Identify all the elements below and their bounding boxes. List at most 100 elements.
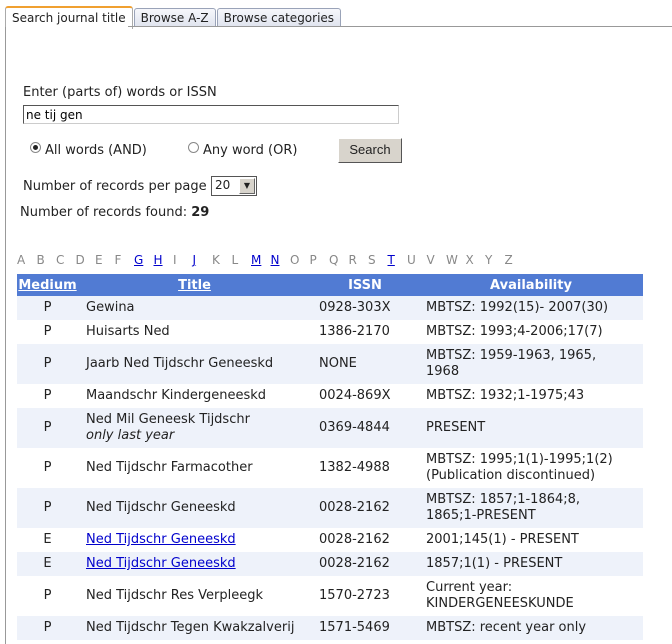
search-input[interactable] [23, 105, 399, 124]
title-cell: Jaarb Ned Tijdschr Geneeskd [78, 344, 311, 384]
letter-y: Y [485, 253, 493, 267]
title-cell: Ned Tijdschr Tegen Kwakzalverij [78, 616, 311, 640]
letter-n[interactable]: N [271, 253, 280, 267]
table-row: P Gewina 0928-303X MBTSZ: 1992(15)- 2007(30… [17, 296, 643, 320]
chevron-down-icon[interactable]: ▼ [239, 178, 255, 194]
letter-t[interactable]: T [388, 253, 395, 267]
letter-j[interactable]: J [193, 253, 197, 267]
radio-any-word[interactable]: Any word (OR) [188, 142, 298, 158]
issn-cell: 1382-4988 [319, 460, 390, 475]
letter-m[interactable]: M [251, 253, 261, 267]
radio-checked-icon[interactable] [30, 142, 41, 153]
issn-cell: 0369-4844 [311, 408, 419, 448]
col-medium[interactable]: Medium [17, 274, 78, 296]
availability-line: 1865;1-PRESENT [426, 508, 536, 523]
letter-g[interactable]: G [134, 253, 143, 267]
letter-k: K [212, 253, 220, 267]
letter-l: L [231, 253, 239, 267]
table-row: P Huisarts Ned 1386-2170 MBTSZ: 1993;4-2006… [17, 320, 643, 344]
letter-o: O [290, 253, 300, 267]
availability-cell: 2001;145(1) - PRESENT [419, 528, 643, 552]
title-link[interactable]: Ned Tijdschr Geneeskd [86, 532, 236, 547]
medium-cell: P [17, 488, 78, 528]
letter-cell: N [271, 253, 291, 267]
title-text: Ned Tijdschr Res Verpleegk [86, 588, 263, 603]
table-row: P Maandschr Kindergeneeskd 0024-869X MBTSZ:… [17, 384, 643, 408]
results-table: Medium Title ISSN Availability P Gewina 09… [17, 274, 643, 640]
table-row: E Ned Tijdschr Geneeskd 0028-2162 1857;1(1)… [17, 552, 643, 576]
table-row: P Jaarb Ned Tijdschr Geneeskd NONE MBTSZ: 1… [17, 344, 643, 384]
availability-line: MBTSZ: 1992(15)- 2007(30) [426, 300, 609, 315]
title-text: Jaarb Ned Tijdschr Geneeskd [86, 356, 274, 371]
availability-cell: 1857;1(1) - PRESENT [419, 552, 643, 576]
issn-cell: 0928-303X [311, 296, 419, 320]
table-row: P Ned Tijdschr Tegen Kwakzalverij 1571-546… [17, 616, 643, 640]
letter-a: A [17, 253, 26, 267]
letter-e: E [95, 253, 103, 267]
availability-line: MBTSZ: 1993;4-2006;17(7) [426, 324, 603, 339]
table-header-row: Medium Title ISSN Availability [17, 274, 643, 296]
title-text: Ned Tijdschr Geneeskd [86, 500, 236, 515]
table-row: P Ned Tijdschr Geneeskd 0028-2162 MBTSZ: 18… [17, 488, 643, 528]
title-text: Ned Mil Geneesk Tijdschr [86, 412, 250, 427]
search-button[interactable]: Search [338, 138, 402, 163]
letter-cell: H [154, 253, 174, 267]
medium-cell: P [43, 388, 52, 403]
records-found: Number of records found: 29 [20, 205, 209, 220]
issn-cell: 1570-2723 [319, 588, 390, 603]
issn-cell: 0024-869X [319, 388, 391, 403]
availability-cell: MBTSZ: 1995;1(1)-1995;1(2) (Publication d… [419, 448, 643, 488]
issn-cell: 1571-5469 [311, 616, 419, 640]
radio-all-words[interactable]: All words (AND) [30, 142, 147, 158]
letter-d: D [75, 253, 85, 267]
letter-c: C [56, 253, 65, 267]
tab-browse-categories[interactable]: Browse categories [216, 8, 342, 27]
tab-browse-a-z[interactable]: Browse A-Z [133, 8, 216, 27]
medium-cell: E [43, 532, 52, 547]
letter-h[interactable]: H [154, 253, 163, 267]
radio-unchecked-icon[interactable] [188, 142, 199, 153]
availability-line: KINDERGENEESKUNDE [426, 596, 574, 611]
availability-cell: MBTSZ: recent year only [419, 616, 643, 640]
per-page-select[interactable]: 20 ▼ [211, 176, 257, 196]
records-found-label: Number of records found: [20, 205, 188, 220]
title-cell: Ned Tijdschr Geneeskd [78, 528, 311, 552]
availability-cell: Current year: KINDERGENEESKUNDE [419, 576, 643, 616]
availability-line: (Publication discontinued) [426, 468, 596, 483]
letter-cell: T [388, 253, 408, 267]
medium-cell: P [17, 344, 78, 384]
availability-cell: MBTSZ: 1932;1-1975;43 [419, 384, 643, 408]
tab-search-journal-title[interactable]: Search journal title [5, 6, 133, 29]
col-availability: Availability [419, 274, 643, 296]
title-text: Gewina [86, 300, 135, 315]
tab-bar: Search journal title Browse A-Z Browse c… [5, 6, 342, 29]
col-title[interactable]: Title [78, 274, 311, 296]
per-page-value: 20 [215, 178, 231, 192]
sort-title-link[interactable]: Title [178, 278, 211, 293]
title-cell: Ned Tijdschr Farmacother [78, 448, 311, 488]
letter-v: V [426, 253, 435, 267]
title-cell: Huisarts Ned [78, 320, 311, 344]
title-note: only last year [86, 428, 175, 443]
radio-all-words-label: All words (AND) [45, 143, 147, 158]
title-cell: Ned Mil Geneesk Tijdschr only last year [78, 408, 311, 448]
title-link[interactable]: Ned Tijdschr Geneeskd [86, 556, 236, 571]
issn-cell: NONE [311, 344, 419, 384]
issn-cell: 0028-2162 [319, 532, 390, 547]
letter-w: W [446, 253, 458, 267]
availability-line: MBTSZ: recent year only [426, 620, 587, 635]
issn-cell: 0028-2162 [311, 552, 419, 576]
records-found-count: 29 [191, 205, 210, 220]
availability-line: MBTSZ: 1857;1-1864;8, [426, 492, 581, 507]
availability-cell: MBTSZ: 1959-1963, 1965, 1968 [419, 344, 643, 384]
per-page-label: Number of records per page [23, 179, 207, 194]
title-cell: Gewina [78, 296, 311, 320]
radio-any-word-label: Any word (OR) [203, 143, 298, 158]
availability-line: MBTSZ: 1995;1(1)-1995;1(2) [426, 452, 613, 467]
availability-cell: PRESENT [419, 408, 643, 448]
availability-line: MBTSZ: 1959-1963, 1965, [426, 348, 597, 363]
alphabet-index: ABCDEFGHI J KLMNOPQRSTUVWXYZ [17, 253, 524, 267]
title-cell: Maandschr Kindergeneeskd [78, 384, 311, 408]
sort-medium-link[interactable]: Medium [18, 278, 76, 293]
table-row: E Ned Tijdschr Geneeskd 0028-2162 2001;145(… [17, 528, 643, 552]
